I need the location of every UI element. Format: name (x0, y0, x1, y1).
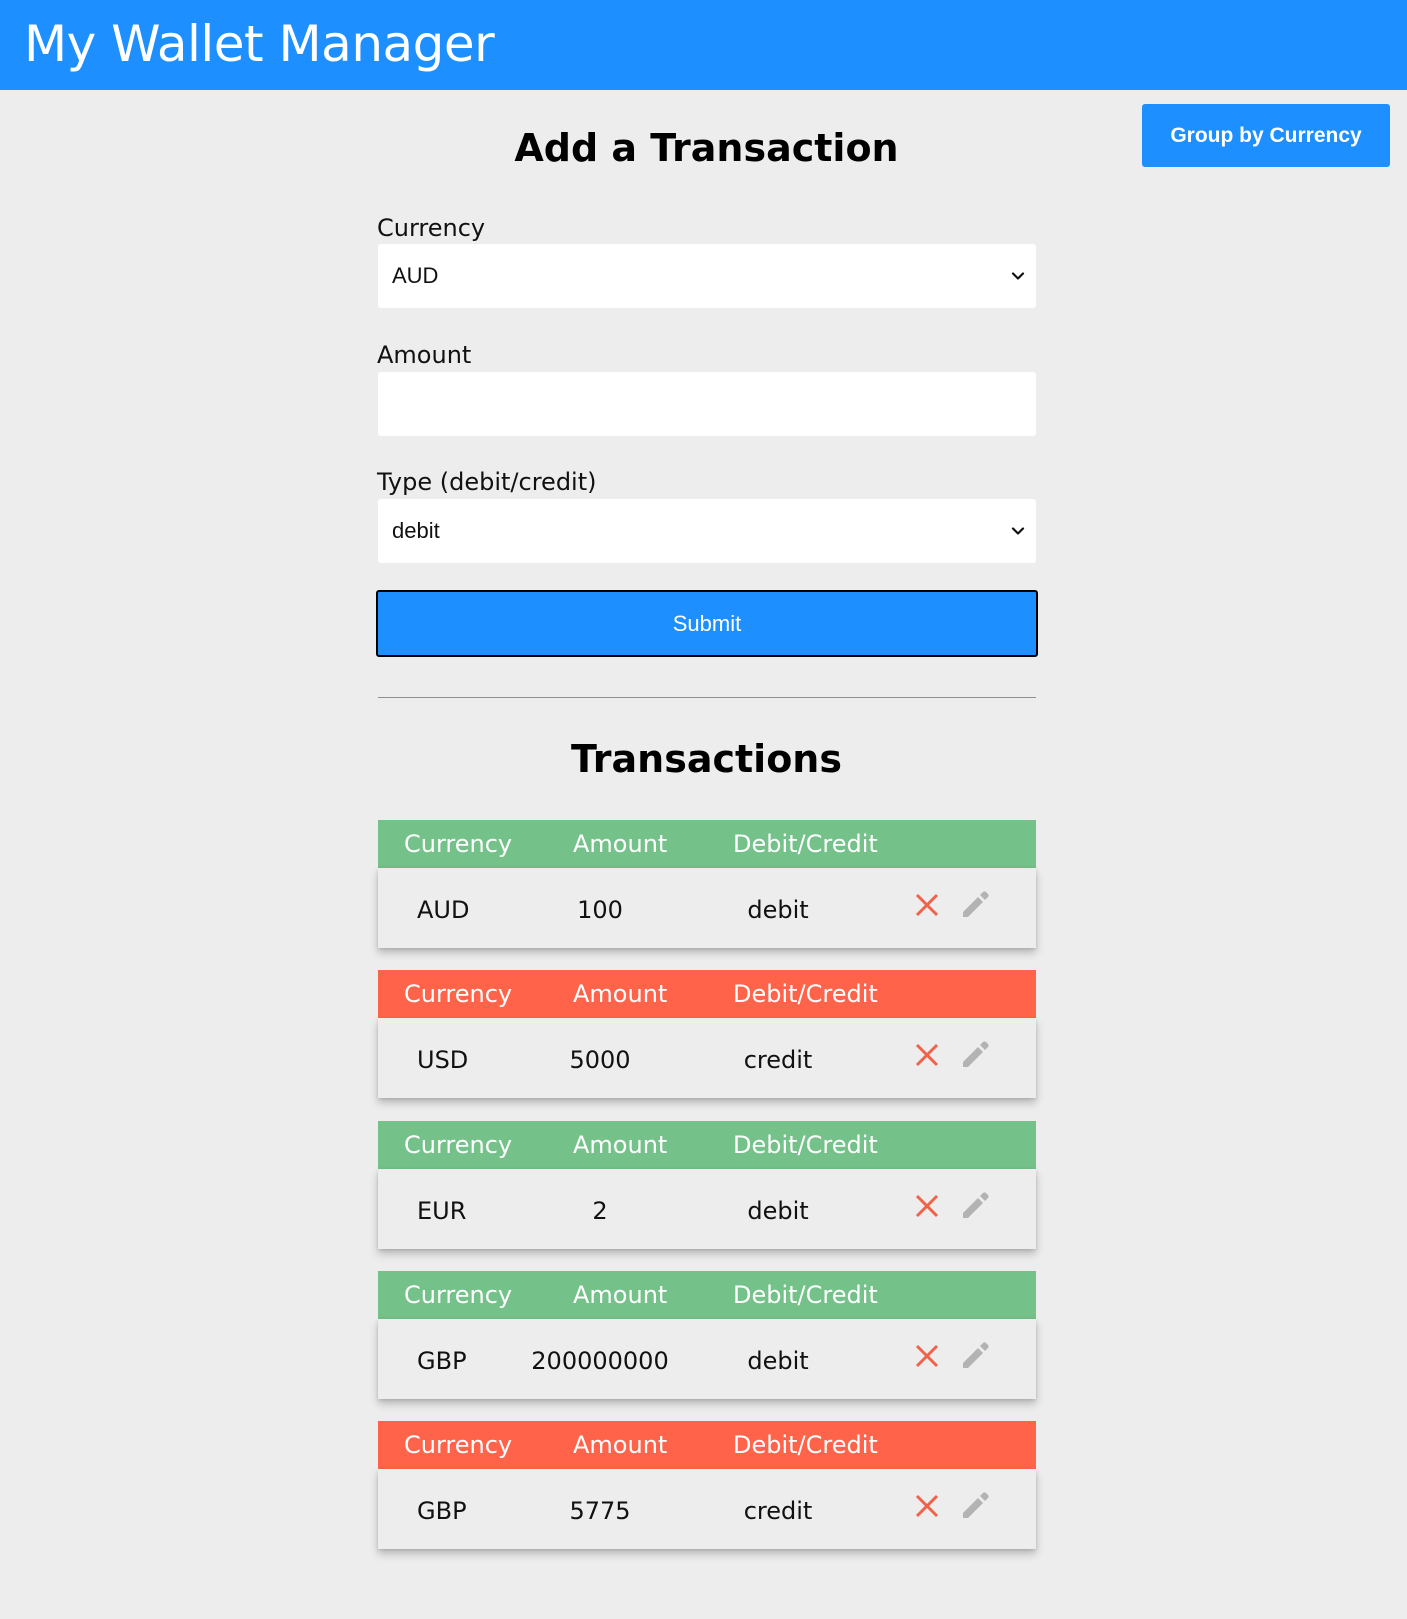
transaction-currency: GBP (417, 1497, 467, 1525)
transaction-card: Currency Amount Debit/Credit GBP 2000000… (378, 1271, 1036, 1399)
transaction-currency: USD (417, 1046, 469, 1074)
transaction-card: Currency Amount Debit/Credit AUD 100 deb… (378, 820, 1036, 948)
transaction-currency: GBP (417, 1347, 467, 1375)
close-icon[interactable] (910, 888, 944, 922)
type-select-value: debit (392, 518, 440, 543)
form-title: Add a Transaction (514, 126, 899, 170)
transaction-row: GBP 5775 credit (378, 1469, 1036, 1549)
transaction-type: debit (747, 1347, 809, 1375)
header-currency: Currency (404, 1131, 513, 1159)
app-header: My Wallet Manager (0, 0, 1407, 90)
header-amount: Amount (573, 1431, 668, 1459)
transaction-amount: 100 (577, 896, 623, 924)
transaction-header: Currency Amount Debit/Credit (378, 1421, 1036, 1469)
app-title: My Wallet Manager (24, 15, 495, 73)
type-select[interactable]: debit (378, 499, 1036, 563)
pencil-icon[interactable] (958, 1038, 992, 1072)
header-currency: Currency (404, 830, 513, 858)
close-icon[interactable] (910, 1189, 944, 1223)
chevron-down-icon (1010, 523, 1026, 539)
amount-input[interactable] (378, 372, 1036, 436)
header-amount: Amount (573, 980, 668, 1008)
header-amount: Amount (573, 830, 668, 858)
transactions-title: Transactions (571, 737, 842, 781)
transaction-header: Currency Amount Debit/Credit (378, 1121, 1036, 1169)
transaction-card: Currency Amount Debit/Credit GBP 5775 cr… (378, 1421, 1036, 1549)
currency-label: Currency (377, 214, 486, 242)
transaction-amount: 5000 (569, 1046, 631, 1074)
group-by-currency-button[interactable]: Group by Currency (1142, 104, 1390, 167)
transaction-currency: EUR (417, 1197, 467, 1225)
transaction-row: AUD 100 debit (378, 868, 1036, 948)
header-amount: Amount (573, 1281, 668, 1309)
transaction-amount: 200000000 (531, 1347, 669, 1375)
header-debit-credit: Debit/Credit (733, 1131, 878, 1159)
type-label: Type (debit/credit) (377, 468, 597, 496)
close-icon[interactable] (910, 1339, 944, 1373)
header-debit-credit: Debit/Credit (733, 1281, 878, 1309)
transaction-header: Currency Amount Debit/Credit (378, 820, 1036, 868)
transaction-row: USD 5000 credit (378, 1018, 1036, 1098)
transaction-header: Currency Amount Debit/Credit (378, 1271, 1036, 1319)
chevron-down-icon (1010, 268, 1026, 284)
transaction-amount: 2 (592, 1197, 608, 1225)
pencil-icon[interactable] (958, 1189, 992, 1223)
close-icon[interactable] (910, 1489, 944, 1523)
header-debit-credit: Debit/Credit (733, 980, 878, 1008)
transaction-header: Currency Amount Debit/Credit (378, 970, 1036, 1018)
transaction-row: EUR 2 debit (378, 1169, 1036, 1249)
header-amount: Amount (573, 1131, 668, 1159)
submit-button[interactable]: Submit (376, 590, 1038, 657)
transaction-type: debit (747, 896, 809, 924)
pencil-icon[interactable] (958, 888, 992, 922)
divider (378, 697, 1036, 698)
currency-select[interactable]: AUD (378, 244, 1036, 308)
transaction-card: Currency Amount Debit/Credit USD 5000 cr… (378, 970, 1036, 1098)
currency-select-value: AUD (392, 263, 439, 288)
header-debit-credit: Debit/Credit (733, 1431, 878, 1459)
transaction-row: GBP 200000000 debit (378, 1319, 1036, 1399)
transaction-amount: 5775 (569, 1497, 631, 1525)
header-debit-credit: Debit/Credit (733, 830, 878, 858)
header-currency: Currency (404, 980, 513, 1008)
transaction-currency: AUD (417, 896, 470, 924)
transaction-type: debit (747, 1197, 809, 1225)
transaction-type: credit (743, 1046, 813, 1074)
pencil-icon[interactable] (958, 1489, 992, 1523)
pencil-icon[interactable] (958, 1339, 992, 1373)
transaction-type: credit (743, 1497, 813, 1525)
transaction-card: Currency Amount Debit/Credit EUR 2 debit (378, 1121, 1036, 1249)
close-icon[interactable] (910, 1038, 944, 1072)
amount-label: Amount (377, 341, 472, 369)
header-currency: Currency (404, 1281, 513, 1309)
header-currency: Currency (404, 1431, 513, 1459)
